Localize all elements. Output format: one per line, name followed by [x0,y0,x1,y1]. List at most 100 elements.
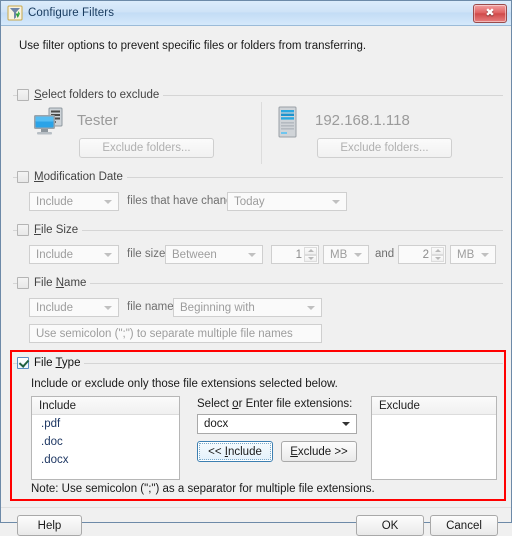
group-title-filename-text: ame [64,277,87,289]
filesize-unit2-combo[interactable]: MB [450,245,496,264]
chevron-down-icon [104,199,112,204]
group-title-filetype: File Type [34,357,80,369]
filesize-value1-spin-buttons[interactable] [304,247,317,262]
chevron-down-icon [307,305,315,310]
group-title-filesize: File Size [34,224,78,236]
chevron-down-icon [481,252,489,257]
accel-key-folders: S [34,89,42,101]
ok-button[interactable]: OK [356,515,424,536]
extension-input-combo[interactable]: docx [197,414,357,434]
group-border-filetype [13,363,503,364]
accel-key-filesize: F [34,224,42,236]
filesize-value2-spin-buttons[interactable] [431,247,444,262]
group-header-moddate: Modification Date [17,170,127,184]
checkbox-file-size[interactable] [17,224,29,236]
title-bar: Configure Filters ✖ [1,1,511,26]
filename-mode-value: Include [36,301,74,314]
group-header-filetype: File Type [17,356,85,370]
checkbox-select-folders[interactable] [17,89,29,101]
chevron-down-icon [104,252,112,257]
target-exclude-folders-button[interactable]: Exclude folders... [317,138,452,158]
footer-separator [1,507,511,508]
help-button[interactable]: Help [17,515,82,536]
group-title-filetype-text: ype [61,357,81,369]
group-header-filesize: File Size [17,223,83,237]
list-item[interactable]: .pdf [32,415,179,433]
ok-button-label: OK [381,519,399,532]
include-button[interactable]: << Include [197,441,273,462]
filesize-value1-stepper[interactable]: 1 [271,245,319,264]
moddate-period-value: Today [234,195,265,208]
computer-icon [33,107,67,137]
accel-key-exclude: E [290,445,298,458]
exclude-button-label: Exclude >> [290,446,348,458]
filetype-note: Note: Use semicolon (";") as a separator… [31,483,375,495]
group-header-filename: File Name [17,276,91,290]
spin-up-icon[interactable] [431,247,444,255]
checkbox-file-type[interactable] [17,357,29,369]
list-item[interactable]: .doc [32,433,179,451]
chevron-down-icon [104,305,112,310]
filesize-mode-combo[interactable]: Include [29,245,119,264]
source-exclude-folders-button[interactable]: Exclude folders... [79,138,214,158]
chevron-down-icon [342,422,350,426]
group-title-folders: Select folders to exclude [34,89,159,101]
spin-up-icon[interactable] [304,247,317,255]
moddate-mode-value: Include [36,195,74,208]
include-list-items: .pdf .doc .docx [32,415,179,469]
help-button-label: Help [37,519,62,532]
list-item[interactable]: .docx [32,451,179,469]
filename-match-value: Beginning with [180,301,255,314]
server-icon [278,106,298,138]
exclude-button[interactable]: Exclude >> [281,441,357,462]
spin-down-icon[interactable] [431,254,444,262]
exclude-extensions-list[interactable]: Exclude [371,396,497,480]
include-extensions-list[interactable]: Include .pdf .doc .docx [31,396,180,480]
intro-text: Use filter options to prevent specific f… [19,40,367,52]
group-file-name: File Name Include file names Beginning w… [13,276,503,348]
chevron-down-icon [354,252,362,257]
close-button[interactable]: ✖ [473,4,507,23]
select-extensions-label-post: r Enter file extensions: [238,398,353,410]
group-title-filename-pre: File [34,277,56,289]
moddate-period-combo[interactable]: Today [227,192,347,211]
cancel-button[interactable]: Cancel [430,515,498,536]
filesize-mode-value: Include [36,248,74,261]
accel-key-moddate: M [34,171,44,183]
filesize-middle-label: file size [127,248,166,260]
exclude-list-header: Exclude [372,397,496,415]
filename-names-placeholder: Use semicolon (";") to separate multiple… [36,327,293,340]
moddate-mode-combo[interactable]: Include [29,192,119,211]
filesize-value2-stepper[interactable]: 2 [398,245,446,264]
filename-names-input[interactable]: Use semicolon (";") to separate multiple… [29,324,322,343]
target-device-name: 192.168.1.118 [315,112,410,129]
group-file-type: File Type Include or exclude only those … [13,356,503,496]
group-title-filename: File Name [34,277,86,289]
filesize-unit1-value: MB [330,248,348,261]
filename-match-combo[interactable]: Beginning with [173,298,322,317]
filename-middle-label: file names [127,301,180,313]
group-title-filesize-text: ile Size [41,224,79,236]
filesize-conjunction: and [375,248,395,260]
include-button-pre: << [208,445,225,458]
chevron-down-icon [248,252,256,257]
cancel-button-label: Cancel [446,519,482,532]
filesize-unit1-combo[interactable]: MB [323,245,369,264]
source-device-name: Tester [77,112,118,129]
group-title-moddate-text: odification Date [43,171,123,183]
group-modification-date: Modification Date Include files that hav… [13,170,503,216]
filesize-operator-combo[interactable]: Between [165,245,263,264]
include-list-header: Include [32,397,179,415]
accel-key-filename: N [55,277,65,289]
checkbox-file-name[interactable] [17,277,29,289]
include-button-label: << Include [208,446,262,458]
filesize-operator-value: Between [172,248,217,261]
filename-mode-combo[interactable]: Include [29,298,119,317]
extension-input-value: docx [204,418,229,430]
checkbox-modification-date[interactable] [17,171,29,183]
close-icon: ✖ [485,7,495,19]
filesize-value1: 1 [295,248,302,261]
spin-down-icon[interactable] [304,254,317,262]
select-extensions-label-pre: Select [197,398,233,410]
window-title: Configure Filters [28,7,115,19]
